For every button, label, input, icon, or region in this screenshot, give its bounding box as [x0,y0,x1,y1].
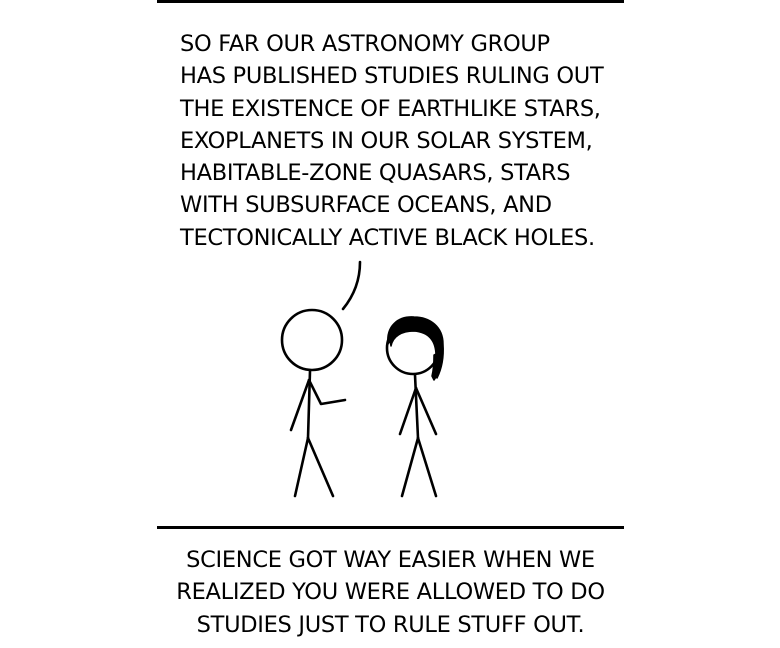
caption-line: STUDIES JUST TO RULE STUFF OUT. [196,611,585,638]
speech-pointer [341,260,362,311]
arm-left-back [289,378,311,432]
caption-line: SCIENCE GOT WAY EASIER WHEN WE [186,547,595,573]
stick-figure-right [385,320,441,498]
head-left [280,308,344,372]
caption-divider [157,526,624,529]
arm-right-2 [414,386,438,436]
leg-left-1 [293,436,310,498]
leg-right-1 [400,436,420,498]
arm-right-1 [398,386,418,436]
torso-right [413,373,420,440]
leg-left-2 [306,436,335,498]
stick-figure-left [280,308,347,498]
arm-left-gesture [307,378,347,406]
caption-line: REALIZED YOU WERE ALLOWED TO DO [176,579,605,606]
leg-right-2 [416,436,438,498]
hair-right [387,316,444,381]
caption-text: SCIENCE GOT WAY EASIER WHEN WE REALIZED … [157,544,624,641]
